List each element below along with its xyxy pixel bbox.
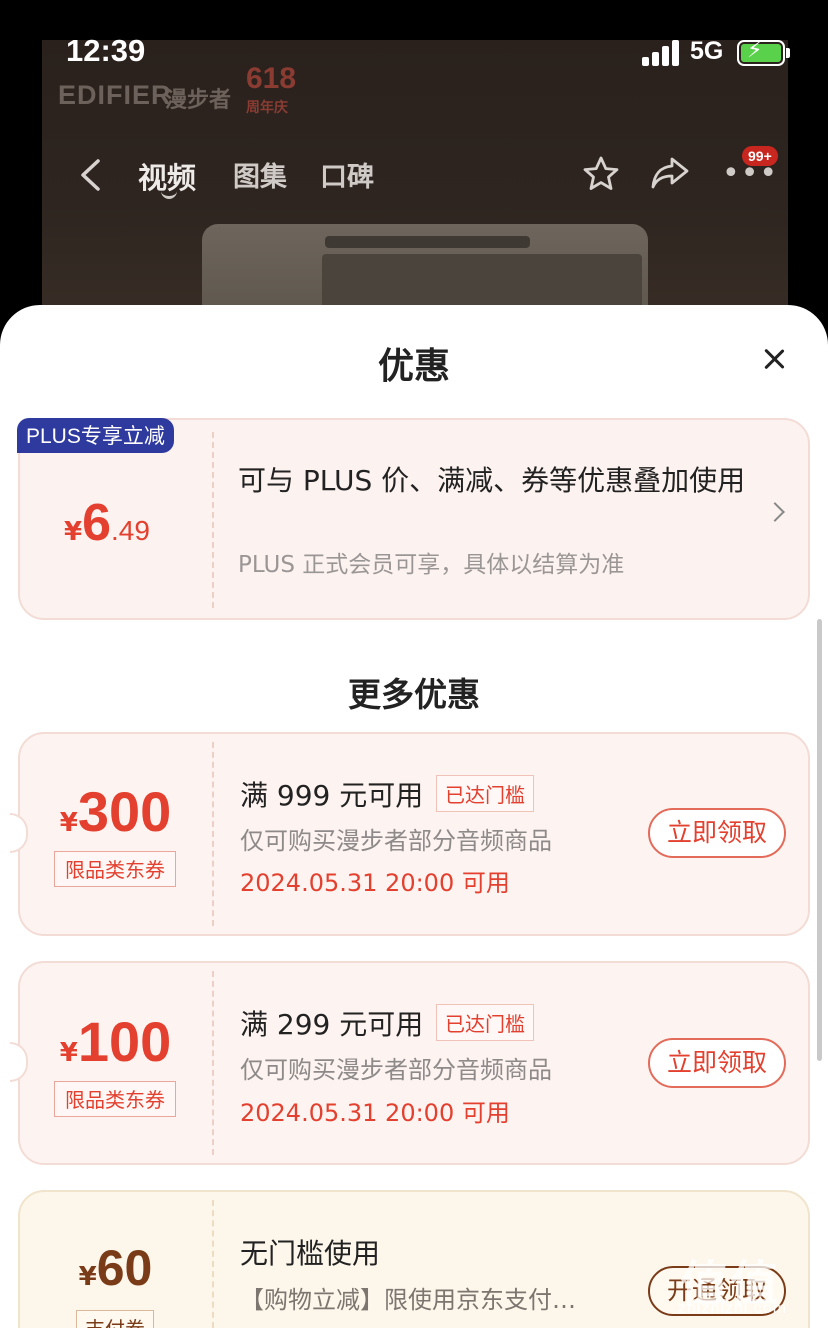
coupon-divider xyxy=(212,1200,214,1328)
coupon-date: 2024.05.31 20:00 可用 xyxy=(240,1099,510,1127)
coupon-amount: ¥60 xyxy=(18,1239,213,1297)
plus-price: ¥6.49 xyxy=(64,493,150,553)
coupon-amount: ¥300 xyxy=(18,779,213,844)
plus-amount-dec: .49 xyxy=(111,515,150,546)
tab-reviews[interactable]: 口碑 xyxy=(320,155,374,194)
coupon-currency: ¥ xyxy=(59,1038,78,1068)
back-icon[interactable] xyxy=(78,158,102,192)
plus-exclusive-tag: PLUS专享立减 xyxy=(17,418,174,453)
speaker-controls xyxy=(325,236,530,248)
coupon-title: 满 299 元可用 xyxy=(240,1008,424,1041)
coupon-divider xyxy=(212,742,214,926)
battery-tip xyxy=(786,48,790,58)
coupon-description: 【购物立减】限使用京东支付… xyxy=(240,1286,576,1314)
signal-icon xyxy=(642,40,682,66)
plus-amount-int: 6 xyxy=(82,494,112,552)
status-time: 12:39 xyxy=(66,33,146,68)
plus-tag-suffix: 专享立减 xyxy=(80,424,165,448)
promo-logo-sub: 周年庆 xyxy=(246,100,288,116)
coupon-type-tag: 限品类东券 xyxy=(54,1081,176,1117)
tab-gallery[interactable]: 图集 xyxy=(233,155,287,194)
coupon-currency: ¥ xyxy=(78,1262,97,1292)
plus-card-divider xyxy=(212,432,214,608)
coupon-date: 2024.05.31 20:00 可用 xyxy=(240,869,510,897)
more-icon[interactable]: ••• xyxy=(722,159,778,189)
coupon-description: 仅可购买漫步者部分音频商品 xyxy=(240,1056,552,1084)
watermark-url: zhizhizhi.com xyxy=(678,1300,788,1317)
share-icon[interactable] xyxy=(650,155,690,191)
charging-bolt-icon: ⚡ xyxy=(747,38,763,63)
coupon-title: 满 999 元可用 xyxy=(240,779,424,812)
threshold-reached-badge: 已达门槛 xyxy=(436,1004,534,1041)
coupon-currency: ¥ xyxy=(59,808,78,838)
plus-tag-prefix: PLUS xyxy=(26,425,81,448)
claim-button[interactable]: 立即领取 xyxy=(648,1038,786,1088)
more-offers-title: 更多优惠 xyxy=(348,675,480,714)
coupon-value: 60 xyxy=(96,1240,153,1296)
claim-button[interactable]: 立即领取 xyxy=(648,808,786,858)
network-type: 5G xyxy=(690,37,724,65)
coupon-value: 100 xyxy=(77,1010,172,1073)
coupon-title: 无门槛使用 xyxy=(240,1237,381,1270)
plus-subtitle: PLUS 正式会员可享，具体以结算为准 xyxy=(238,552,625,578)
coupon-amount: ¥100 xyxy=(18,1009,213,1074)
coupon-type-tag: 限品类东券 xyxy=(54,851,176,887)
scrollbar[interactable] xyxy=(817,619,822,1061)
coupon-value: 300 xyxy=(77,780,172,843)
notification-badge: 99+ xyxy=(742,146,778,166)
sheet-title: 优惠 xyxy=(377,346,450,387)
discount-sheet: 优惠 PLUS专享立减 ¥6.49 可与 PLUS 价、满减、券等优惠叠加使用 … xyxy=(0,305,828,1328)
coupon-divider xyxy=(212,971,214,1155)
star-icon[interactable] xyxy=(582,155,620,193)
threshold-reached-badge: 已达门槛 xyxy=(436,775,534,812)
close-icon[interactable] xyxy=(762,347,786,371)
coupon-type-tag: 支付券 xyxy=(76,1310,154,1328)
coupon-description: 仅可购买漫步者部分音频商品 xyxy=(240,827,552,855)
plus-currency: ¥ xyxy=(64,517,83,547)
plus-title: 可与 PLUS 价、满减、券等优惠叠加使用 xyxy=(238,464,746,497)
status-bar: 12:39 5G ⚡ xyxy=(0,0,828,100)
